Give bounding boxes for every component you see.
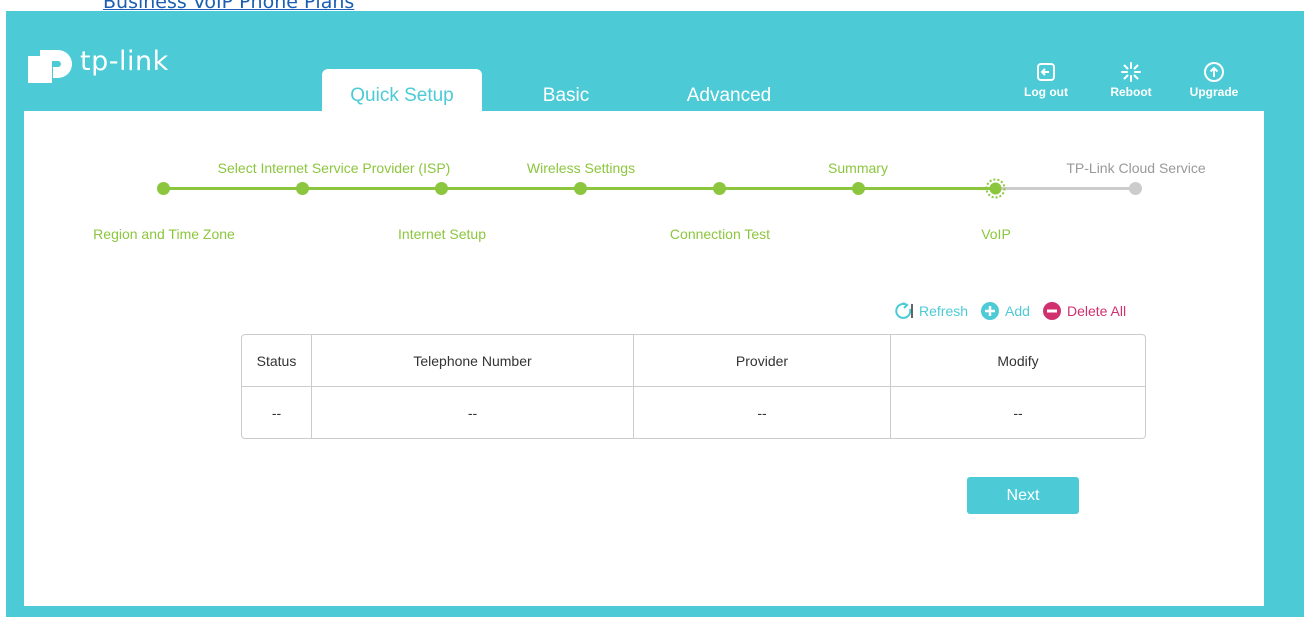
table-row: -- -- -- -- <box>242 387 1145 438</box>
next-button[interactable]: Next <box>967 477 1079 514</box>
refresh-icon <box>895 302 913 319</box>
cell-telephone-number: -- <box>312 387 634 438</box>
cell-status: -- <box>242 387 312 438</box>
upgrade-label: Upgrade <box>1189 85 1239 99</box>
voip-table: Status Telephone Number Provider Modify … <box>241 334 1146 439</box>
step-label-cloud: TP-Link Cloud Service <box>1066 160 1206 176</box>
add-icon <box>981 302 1000 320</box>
step-dot-isp <box>296 182 309 195</box>
cell-modify: -- <box>1013 404 1023 421</box>
table-header-row: Status Telephone Number Provider Modify <box>242 335 1145 387</box>
step-label-summary: Summary <box>828 160 888 176</box>
upgrade-icon <box>1204 62 1224 82</box>
step-dot-wireless <box>574 182 587 195</box>
add-button[interactable]: Add <box>980 301 1030 321</box>
step-dot-summary <box>852 182 865 195</box>
tab-quick-setup-label: Quick Setup <box>350 85 454 106</box>
logout-button[interactable]: Log out <box>1016 61 1076 99</box>
tab-basic-label: Basic <box>542 85 590 106</box>
column-header-provider: Provider <box>634 335 891 387</box>
step-label-connection: Connection Test <box>669 226 771 242</box>
stepper-remaining-line <box>997 187 1135 190</box>
reboot-icon <box>1121 62 1141 82</box>
delete-all-button[interactable]: Delete All <box>1042 301 1126 321</box>
delete-all-label: Delete All <box>1066 303 1127 319</box>
reboot-label: Reboot <box>1110 85 1152 99</box>
brand-name: tp-link <box>80 45 169 77</box>
step-label-region: Region and Time Zone <box>93 226 235 242</box>
table-actions: Refresh Add Delete All <box>882 301 1126 321</box>
column-header-status: Status <box>242 335 312 387</box>
column-header-modify: Modify <box>891 335 1145 387</box>
logout-icon <box>1037 63 1055 81</box>
refresh-label: Refresh <box>919 303 969 319</box>
tab-advanced-label: Advanced <box>686 85 772 106</box>
step-dot-cloud <box>1129 182 1142 195</box>
tp-link-logo-icon <box>28 50 72 83</box>
step-label-voip: VoIP <box>981 226 1011 242</box>
step-dot-region <box>157 182 170 195</box>
upgrade-button[interactable]: Upgrade <box>1184 61 1244 99</box>
column-header-telephone-number: Telephone Number <box>312 335 634 387</box>
step-label-wireless: Wireless Settings <box>526 160 636 176</box>
step-dot-internet <box>435 182 448 195</box>
delete-icon <box>1042 302 1061 320</box>
tp-link-logo: tp-link <box>28 39 169 83</box>
step-label-isp: Select Internet Service Provider (ISP) <box>217 160 451 176</box>
add-label: Add <box>1005 303 1030 319</box>
refresh-button[interactable]: Refresh <box>894 301 968 321</box>
step-dot-voip-current <box>985 178 1006 199</box>
logout-label: Log out <box>1024 85 1068 99</box>
reboot-button[interactable]: Reboot <box>1101 61 1161 99</box>
cell-provider: -- <box>634 387 891 438</box>
step-dot-connection <box>713 182 726 195</box>
step-label-internet: Internet Setup <box>398 226 486 242</box>
